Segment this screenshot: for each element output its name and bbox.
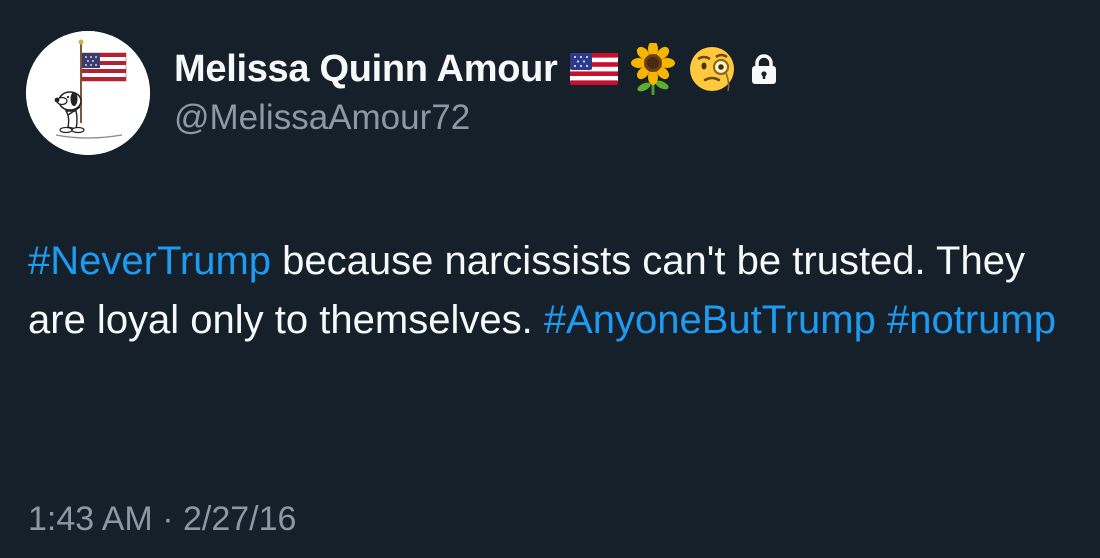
tweet-date[interactable]: 2/27/16 — [183, 500, 296, 538]
tweet-text: #NeverTrump because narcissists can't be… — [28, 232, 1068, 350]
snoopy-flag-avatar-image — [26, 31, 150, 155]
us-flag-icon — [569, 53, 618, 85]
sunflower-icon — [630, 43, 676, 95]
display-name-row: Melissa Quinn Amour — [174, 43, 778, 95]
timestamp-separator: · — [152, 500, 183, 538]
tweet-card: Melissa Quinn Amour @MelissaAmour72 #Nev… — [0, 0, 1100, 558]
hashtag-nevertrump[interactable]: #NeverTrump — [28, 239, 271, 283]
display-name[interactable]: Melissa Quinn Amour — [174, 48, 558, 91]
hashtag-notrump[interactable]: #notrump — [887, 298, 1056, 342]
lock-icon — [750, 53, 778, 85]
user-handle[interactable]: @MelissaAmour72 — [174, 98, 470, 138]
hashtag-anyonebuttrump[interactable]: #AnyoneButTrump — [544, 298, 876, 342]
tweet-timestamp[interactable]: 1:43 AM · 2/27/16 — [28, 500, 296, 539]
hashtag-spacer — [876, 298, 887, 342]
tweet-time[interactable]: 1:43 AM — [28, 500, 153, 538]
face-with-monocle-icon — [688, 45, 736, 93]
avatar[interactable] — [26, 31, 150, 155]
